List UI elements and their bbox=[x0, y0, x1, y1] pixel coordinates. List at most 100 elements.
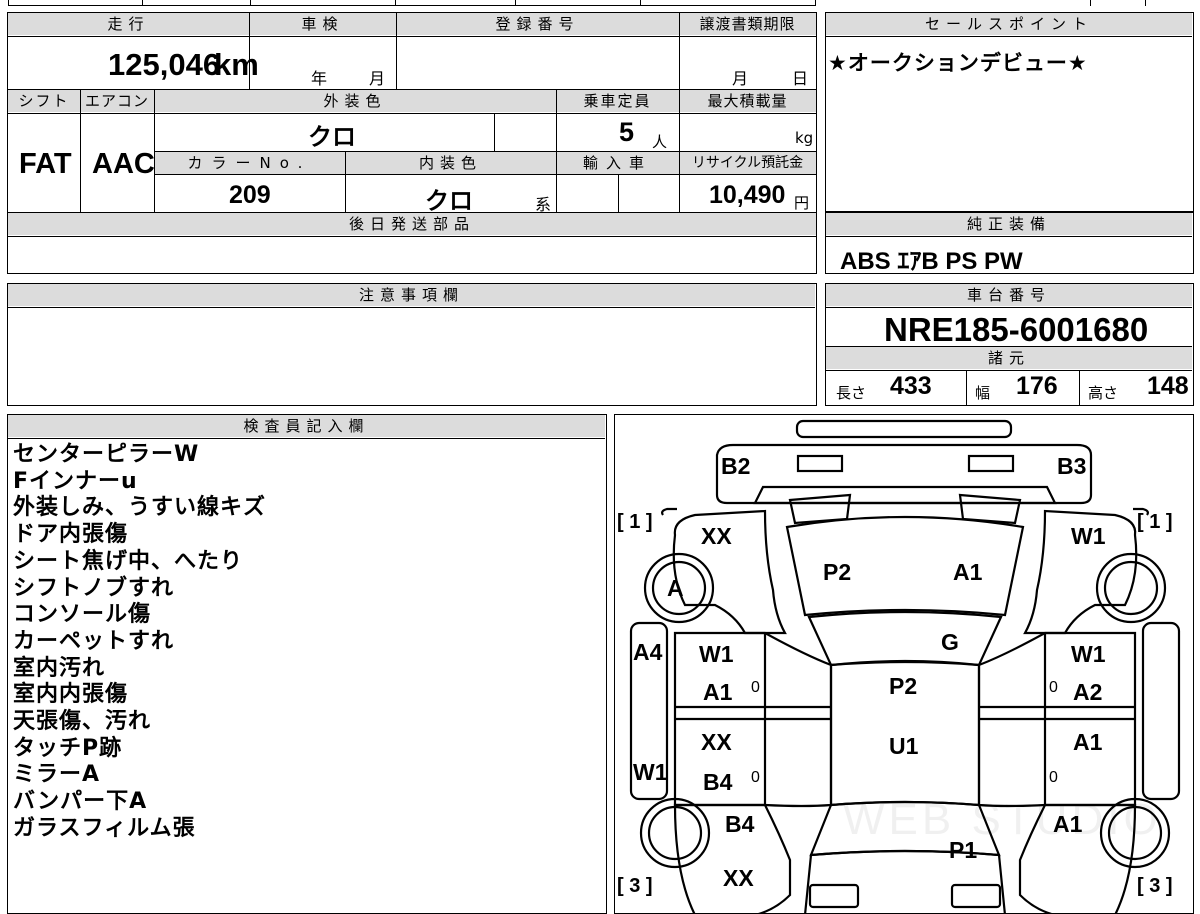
inspector-box: 検査員記入欄 センターピラーW Fインナーu 外装しみ、うすい線キズ ドア内張傷… bbox=[7, 414, 607, 914]
label-a2-fr-door: A2 bbox=[1073, 679, 1103, 705]
bracket-rear-left: [ 3 ] bbox=[617, 875, 653, 897]
label-u1-roof: U1 bbox=[889, 733, 919, 759]
bracket-front-right: [ 1 ] bbox=[1137, 511, 1173, 533]
height-label: 高さ bbox=[1088, 384, 1119, 402]
label-b4-rl-door: B4 bbox=[703, 769, 733, 795]
bracket-front-left: [ 1 ] bbox=[617, 511, 653, 533]
shaken-year-unit: 年 bbox=[311, 69, 328, 88]
inspector-header: 検査員記入欄 bbox=[8, 415, 605, 437]
mileage-header: 走行 bbox=[8, 13, 249, 35]
aircon-header: エアコン bbox=[80, 90, 154, 112]
capacity-header: 乗車定員 bbox=[556, 90, 679, 112]
label-w1-fr-door: W1 bbox=[1071, 641, 1106, 667]
equipment-header: 純正装備 bbox=[826, 213, 1192, 235]
exterior-color-value: クロ bbox=[308, 124, 356, 151]
shaken-header: 車検 bbox=[249, 13, 396, 35]
capacity-unit: 人 bbox=[652, 133, 668, 151]
caution-box: 注意事項欄 bbox=[7, 283, 817, 406]
label-tire-a: A bbox=[667, 575, 684, 601]
note-line: Fインナーu bbox=[13, 468, 138, 494]
capacity-value: 5 bbox=[619, 117, 635, 147]
label-w1-front-right: W1 bbox=[1071, 523, 1106, 549]
note-line: コンソール傷 bbox=[13, 602, 152, 628]
note-line: 外装しみ、うすい線キズ bbox=[13, 495, 267, 521]
label-a4: A4 bbox=[633, 639, 663, 665]
label-p2-roof: P2 bbox=[889, 673, 918, 699]
zero-mark: 0 bbox=[751, 679, 760, 696]
label-a1-rr-door: A1 bbox=[1073, 729, 1103, 755]
zero-mark: 0 bbox=[1049, 769, 1058, 786]
later-parts-header: 後日発送部品 bbox=[8, 213, 816, 235]
width-value: 176 bbox=[1016, 372, 1058, 400]
label-b4-rear-left: B4 bbox=[725, 811, 755, 837]
equipment-value: ABS ｴｱB PS PW bbox=[840, 248, 1023, 275]
top-strip bbox=[0, 0, 1200, 7]
note-line: シフトノブすれ bbox=[13, 575, 175, 601]
zero-mark: 0 bbox=[751, 769, 760, 786]
sales-point-box: セールスポイント ★オークションデビュー★ bbox=[825, 12, 1194, 212]
registration-header: 登録番号 bbox=[396, 13, 679, 35]
label-xx-rl-door: XX bbox=[701, 729, 732, 755]
inspector-notes: センターピラーW Fインナーu 外装しみ、うすい線キズ ドア内張傷 シート焦げ中… bbox=[13, 442, 593, 843]
sales-point-text: ★オークションデビュー★ bbox=[828, 51, 1088, 75]
note-line: 天張傷、汚れ bbox=[13, 709, 152, 735]
shift-value: FAT bbox=[19, 148, 72, 180]
label-w1-left-sill: W1 bbox=[633, 759, 668, 785]
color-no-value: 209 bbox=[229, 181, 271, 209]
sales-point-header: セールスポイント bbox=[826, 13, 1192, 35]
note-line: バンパー下A bbox=[13, 789, 148, 815]
label-b3: B3 bbox=[1057, 453, 1087, 479]
car-diagram-box: B2 B3 XX W1 A P2 A1 G A4 W1 A1 W1 A2 P2 … bbox=[614, 414, 1194, 914]
shaken-month-unit: 月 bbox=[369, 69, 386, 88]
note-line: 室内内張傷 bbox=[13, 682, 129, 708]
spec-header: 諸元 bbox=[826, 347, 1192, 369]
interior-color-header: 内装色 bbox=[345, 152, 556, 174]
recycle-header: リサイクル預託金 bbox=[679, 152, 816, 174]
max-load-unit: kg bbox=[795, 129, 814, 147]
recycle-value: 10,490 bbox=[709, 181, 786, 209]
note-line: シート焦げ中、へたり bbox=[13, 548, 244, 574]
label-p2-hood: P2 bbox=[823, 559, 852, 585]
chassis-header: 車台番号 bbox=[826, 284, 1192, 306]
exterior-color-header: 外装色 bbox=[154, 90, 556, 112]
note-line: ガラスフィルム張 bbox=[13, 815, 196, 841]
watermark: WEB STUDIO bbox=[843, 795, 1162, 844]
transfer-day-unit: 日 bbox=[792, 69, 809, 88]
width-label: 幅 bbox=[975, 384, 991, 402]
mileage-value: 125,046 bbox=[108, 47, 221, 82]
max-load-header: 最大積載量 bbox=[679, 90, 816, 112]
import-header: 輸入車 bbox=[556, 152, 679, 174]
label-b2: B2 bbox=[721, 453, 751, 479]
length-label: 長さ bbox=[836, 384, 867, 402]
note-line: カーペットすれ bbox=[13, 628, 175, 654]
zero-mark: 0 bbox=[1049, 679, 1058, 696]
bracket-rear-right: [ 3 ] bbox=[1137, 875, 1173, 897]
spec-grid: 走行 車検 登録番号 譲渡書類期限 125,046 km 年 月 月 日 シフト… bbox=[7, 12, 817, 274]
chassis-box: 車台番号 NRE185-6001680 諸元 長さ 433 幅 176 高さ 1… bbox=[825, 283, 1194, 406]
label-w1-fl-door: W1 bbox=[699, 641, 734, 667]
recycle-unit: 円 bbox=[794, 194, 810, 212]
label-xx-front-left: XX bbox=[701, 523, 732, 549]
transfer-month-unit: 月 bbox=[732, 69, 749, 88]
label-a1-fl-door: A1 bbox=[703, 679, 733, 705]
transfer-deadline-header: 譲渡書類期限 bbox=[679, 13, 816, 35]
note-line: センターピラーW bbox=[13, 442, 200, 467]
label-g: G bbox=[941, 629, 959, 655]
label-a1-hood: A1 bbox=[953, 559, 983, 585]
length-value: 433 bbox=[890, 372, 932, 400]
note-line: ドア内張傷 bbox=[13, 522, 129, 548]
shift-header: シフト bbox=[8, 90, 80, 112]
note-line: ミラーA bbox=[13, 762, 101, 788]
later-parts-field bbox=[8, 237, 816, 273]
chassis-number: NRE185-6001680 bbox=[884, 311, 1149, 348]
color-no-header: カラーNo. bbox=[154, 152, 345, 174]
note-line: タッチP跡 bbox=[13, 735, 123, 761]
interior-color-value: クロ bbox=[425, 188, 473, 215]
equipment-box: 純正装備 ABS ｴｱB PS PW bbox=[825, 212, 1194, 275]
mileage-unit: km bbox=[214, 47, 259, 82]
height-value: 148 bbox=[1147, 372, 1189, 400]
caution-header: 注意事項欄 bbox=[8, 284, 815, 306]
label-xx-rear-bottom: XX bbox=[723, 865, 754, 891]
note-line: 室内汚れ bbox=[13, 655, 106, 681]
aircon-value: AAC bbox=[92, 148, 155, 180]
